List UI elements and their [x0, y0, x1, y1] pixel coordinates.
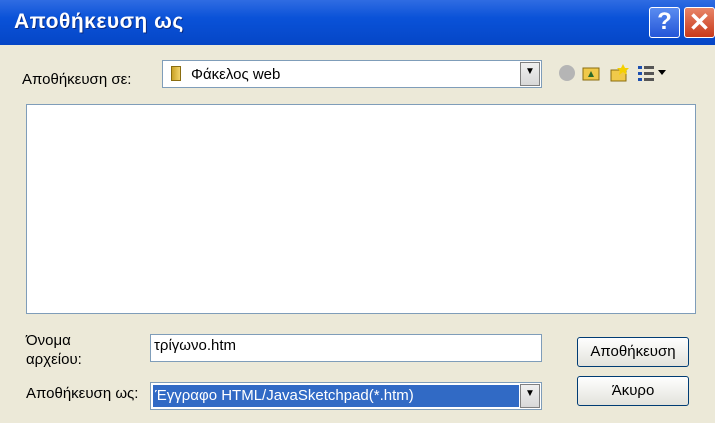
filename-label-line2: αρχείου:	[26, 351, 82, 368]
title-bar[interactable]: Αποθήκευση ως ? ✕	[0, 0, 715, 45]
filename-input[interactable]: τρίγωνο.htm	[150, 334, 542, 362]
up-folder-icon[interactable]	[580, 62, 602, 84]
help-button[interactable]: ?	[649, 7, 680, 38]
save-as-dialog: Αποθήκευση ως ? ✕ Αποθήκευση σε: Φάκελος…	[0, 0, 715, 423]
save-type-label: Αποθήκευση ως:	[26, 385, 139, 402]
chevron-down-icon[interactable]: ▼	[520, 384, 540, 408]
view-menu-icon[interactable]	[636, 62, 676, 84]
folder-icon	[171, 66, 181, 81]
save-type-dropdown[interactable]: Έγγραφο HTML/JavaSketchpad(*.htm) ▼	[150, 382, 542, 410]
save-button[interactable]: Αποθήκευση	[577, 337, 689, 367]
chevron-down-icon[interactable]: ▼	[520, 62, 540, 86]
filename-value: τρίγωνο.htm	[154, 337, 237, 354]
dialog-title: Αποθήκευση ως	[14, 10, 184, 33]
save-in-value: Φάκελος web	[191, 66, 281, 83]
cancel-button[interactable]: Άκυρο	[577, 376, 689, 406]
save-type-value: Έγγραφο HTML/JavaSketchpad(*.htm)	[155, 387, 414, 404]
filename-label-line1: Όνομα	[26, 332, 71, 349]
back-icon[interactable]	[556, 62, 578, 84]
save-in-label: Αποθήκευση σε:	[22, 71, 132, 88]
new-folder-icon[interactable]	[608, 62, 630, 84]
close-button[interactable]: ✕	[684, 7, 715, 38]
file-list[interactable]	[26, 104, 696, 314]
save-in-dropdown[interactable]: Φάκελος web ▼	[162, 60, 542, 88]
